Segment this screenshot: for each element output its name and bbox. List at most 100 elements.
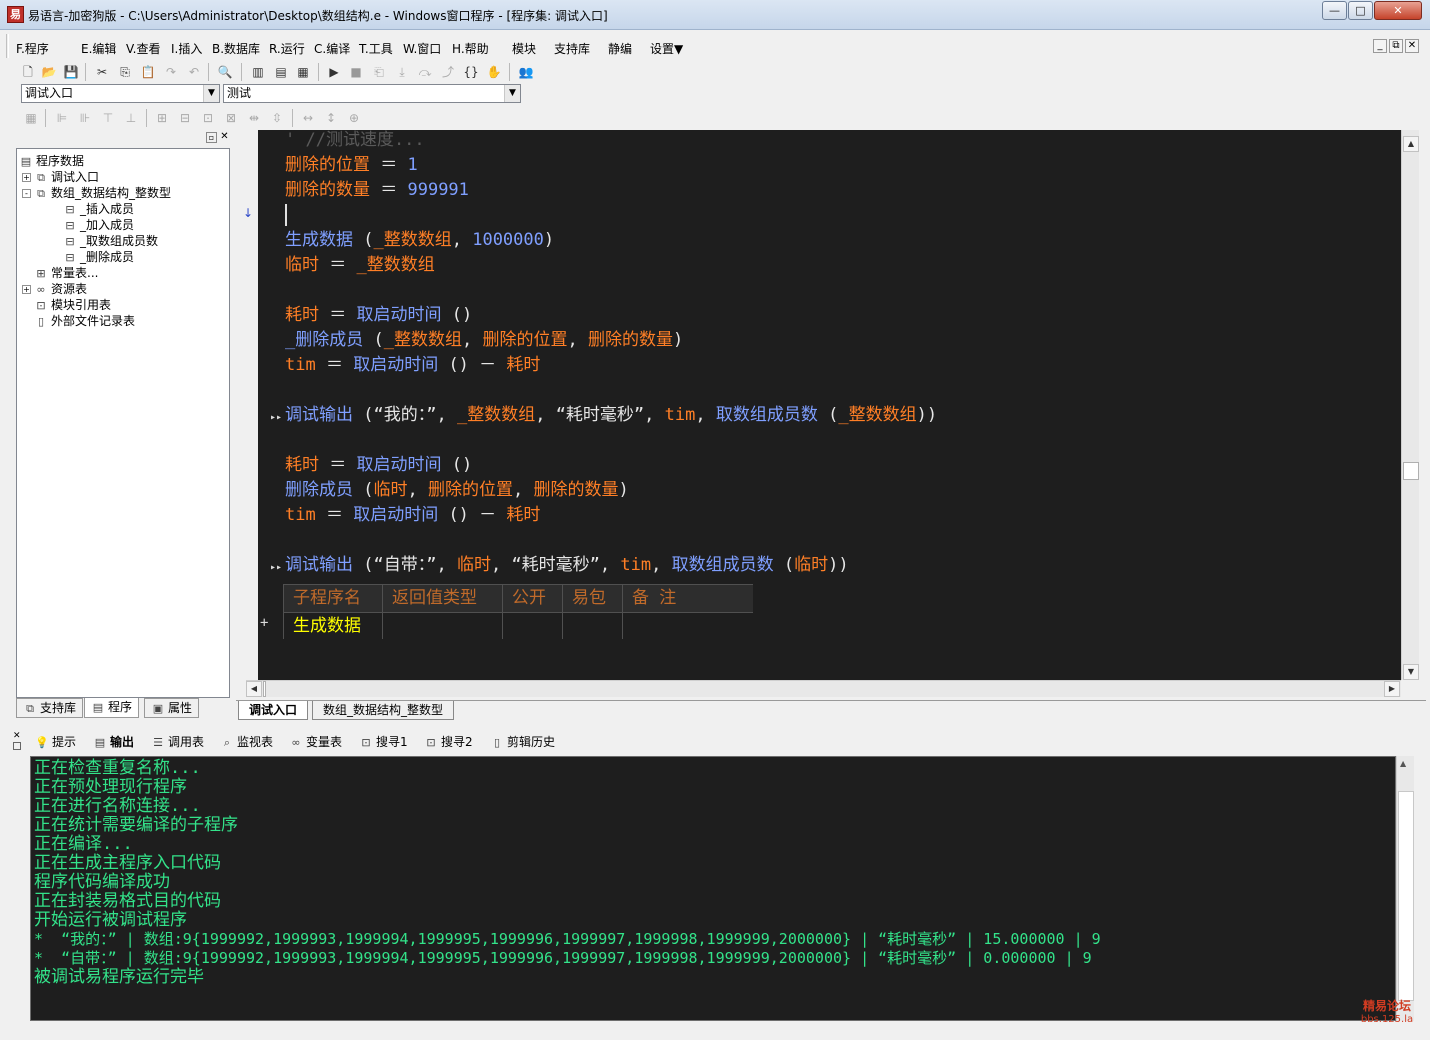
align-right-icon[interactable]: ⊪ xyxy=(75,109,95,127)
output-scrollbar[interactable]: ▲ xyxy=(1396,756,1414,1021)
menu-compile[interactable]: C.编译 xyxy=(314,40,350,57)
panel-close-icon[interactable]: ✕ xyxy=(13,731,21,741)
tab-debug-entry[interactable]: 调试入口 xyxy=(238,701,309,720)
panel-pin-icon[interactable] xyxy=(13,742,21,750)
tree-item-add-member[interactable]: ⊟ _加入成员 xyxy=(63,217,134,233)
breakpoint-icon[interactable]: {} xyxy=(461,63,481,81)
layout-left-icon[interactable]: ▥ xyxy=(248,63,268,81)
redo-icon[interactable]: ↷ xyxy=(161,63,181,81)
tab-program[interactable]: ▤ 程序 xyxy=(84,698,140,718)
tree-item-external-files[interactable]: ▯ 外部文件记录表 xyxy=(34,313,135,329)
layout-bottom-icon[interactable]: ▤ xyxy=(271,63,291,81)
menu-edit[interactable]: E.编辑 xyxy=(81,40,116,57)
scroll-right-icon[interactable]: ▶ xyxy=(1384,681,1400,697)
menu-program[interactable]: F.程序 xyxy=(16,40,49,57)
tree-item-array-class[interactable]: - ⧉ 数组_数据结构_整数型 xyxy=(22,185,171,201)
editor-horizontal-scrollbar[interactable]: ◀ ▶ xyxy=(246,680,1401,697)
editor-vertical-scrollbar[interactable]: ▲ ▼ xyxy=(1401,130,1419,680)
scroll-up-icon[interactable]: ▲ xyxy=(1400,759,1406,768)
tree-item-debug-entry[interactable]: + ⧉ 调试入口 xyxy=(22,169,99,185)
step-icon[interactable]: ⎗ xyxy=(369,63,389,81)
scroll-left-icon[interactable]: ◀ xyxy=(246,681,262,697)
same-height-icon[interactable]: ⊠ xyxy=(221,109,241,127)
tree-item-module-refs[interactable]: ⊡ 模块引用表 xyxy=(34,297,111,313)
routine-combo[interactable]: 调试入口 ▼ xyxy=(21,84,220,103)
tree-item-constants[interactable]: ⊞ 常量表... xyxy=(34,265,98,281)
stop-icon[interactable]: ■ xyxy=(346,63,366,81)
remark-cell[interactable] xyxy=(623,612,753,639)
mdi-restore-button[interactable]: ⧉ xyxy=(1389,39,1403,53)
tree-item-resources[interactable]: + ∞ 资源表 xyxy=(22,281,87,297)
public-cell[interactable] xyxy=(503,612,563,639)
tab-variables[interactable]: ∞ 变量表 xyxy=(289,733,342,750)
align-grid-icon[interactable]: ▦ xyxy=(21,109,41,127)
save-icon[interactable]: 💾 xyxy=(61,63,81,81)
maximize-button[interactable]: □ xyxy=(1348,1,1373,20)
expand-icon[interactable]: + xyxy=(22,173,31,182)
tab-array-class[interactable]: 数组_数据结构_整数型 xyxy=(312,701,455,720)
size-icon[interactable]: ⊕ xyxy=(344,109,364,127)
panel-close-icon[interactable]: ✕ xyxy=(219,132,230,143)
collapse-icon[interactable]: - xyxy=(22,189,31,198)
menu-support-lib[interactable]: 支持库 xyxy=(554,40,590,57)
paste-icon[interactable]: 📋 xyxy=(138,63,158,81)
tab-output[interactable]: ▤ 输出 xyxy=(93,733,134,750)
tree-root[interactable]: ▤ 程序数据 xyxy=(19,153,84,169)
width-icon[interactable]: ↔ xyxy=(298,109,318,127)
tab-clipboard-history[interactable]: ▯ 剪辑历史 xyxy=(490,733,555,750)
menu-window[interactable]: W.窗口 xyxy=(403,40,441,57)
scroll-down-icon[interactable]: ▼ xyxy=(1403,664,1419,680)
chevron-down-icon[interactable]: ▼ xyxy=(504,85,520,102)
open-folder-icon[interactable]: 📂 xyxy=(39,63,59,81)
mdi-close-button[interactable]: ✕ xyxy=(1405,39,1419,53)
align-left-icon[interactable]: ⊫ xyxy=(52,109,72,127)
menu-view[interactable]: V.查看 xyxy=(126,40,160,57)
new-file-icon[interactable]: 🗋 xyxy=(18,63,38,81)
minimize-button[interactable]: — xyxy=(1322,1,1347,20)
menu-tools[interactable]: T.工具 xyxy=(359,40,393,57)
step-out-icon[interactable]: ⤴ xyxy=(438,63,458,81)
cut-icon[interactable]: ✂ xyxy=(92,63,112,81)
menu-database[interactable]: B.数据库 xyxy=(212,40,260,57)
center-v-icon[interactable]: ⊟ xyxy=(175,109,195,127)
code-editor[interactable]: ' //测试速度... 删除的位置 ＝ 1 删除的数量 ＝ 999991 生成数… xyxy=(258,130,1401,680)
undo-icon[interactable]: ↶ xyxy=(184,63,204,81)
tab-support-library[interactable]: ⧉ 支持库 xyxy=(16,698,84,718)
menu-run[interactable]: R.运行 xyxy=(269,40,305,57)
subroutine-expand-icon[interactable]: + xyxy=(260,615,268,631)
mdi-minimize-button[interactable]: _ xyxy=(1373,39,1387,53)
center-h-icon[interactable]: ⊞ xyxy=(152,109,172,127)
scroll-thumb[interactable] xyxy=(1398,791,1414,1001)
tree-item-insert-member[interactable]: ⊟ _插入成员 xyxy=(63,201,134,217)
return-type-cell[interactable] xyxy=(383,612,503,639)
close-button[interactable]: ✕ xyxy=(1374,1,1422,20)
tab-search2[interactable]: ⊡ 搜寻2 xyxy=(424,733,472,750)
align-bottom-icon[interactable]: ⊥ xyxy=(121,109,141,127)
scroll-up-icon[interactable]: ▲ xyxy=(1403,136,1419,152)
scroll-thumb[interactable] xyxy=(1403,462,1419,480)
tab-properties[interactable]: ▣ 属性 xyxy=(144,698,200,718)
space-v-icon[interactable]: ⇳ xyxy=(267,109,287,127)
copy-icon[interactable]: ⎘ xyxy=(115,63,135,81)
align-top-icon[interactable]: ⊤ xyxy=(98,109,118,127)
panel-pin-icon[interactable]: ▫ xyxy=(206,132,217,143)
tree-item-get-count[interactable]: ⊟ _取数组成员数 xyxy=(63,233,158,249)
tab-search1[interactable]: ⊡ 搜寻1 xyxy=(359,733,407,750)
scroll-thumb[interactable] xyxy=(263,681,266,697)
menu-insert[interactable]: I.插入 xyxy=(171,40,202,57)
tab-call-stack[interactable]: ☰ 调用表 xyxy=(151,733,204,750)
tab-hints[interactable]: 💡 提示 xyxy=(35,733,76,750)
tree-item-delete-member[interactable]: ⊟ _删除成员 xyxy=(63,249,134,265)
menu-help[interactable]: H.帮助 xyxy=(452,40,489,57)
tab-watch[interactable]: ⌕ 监视表 xyxy=(220,733,273,750)
chevron-down-icon[interactable]: ▼ xyxy=(203,85,219,102)
step-over-icon[interactable]: ⤼ xyxy=(415,63,435,81)
subroutine-combo[interactable]: 测试 ▼ xyxy=(223,84,521,103)
hand-icon[interactable]: ✋ xyxy=(484,63,504,81)
run-icon[interactable]: ▶ xyxy=(324,63,344,81)
subroutine-name-cell[interactable]: 生成数据 xyxy=(284,612,383,639)
same-width-icon[interactable]: ⊡ xyxy=(198,109,218,127)
find-icon[interactable]: 🔍 xyxy=(215,63,235,81)
space-h-icon[interactable]: ⇹ xyxy=(244,109,264,127)
menu-module[interactable]: 模块 xyxy=(512,40,536,57)
